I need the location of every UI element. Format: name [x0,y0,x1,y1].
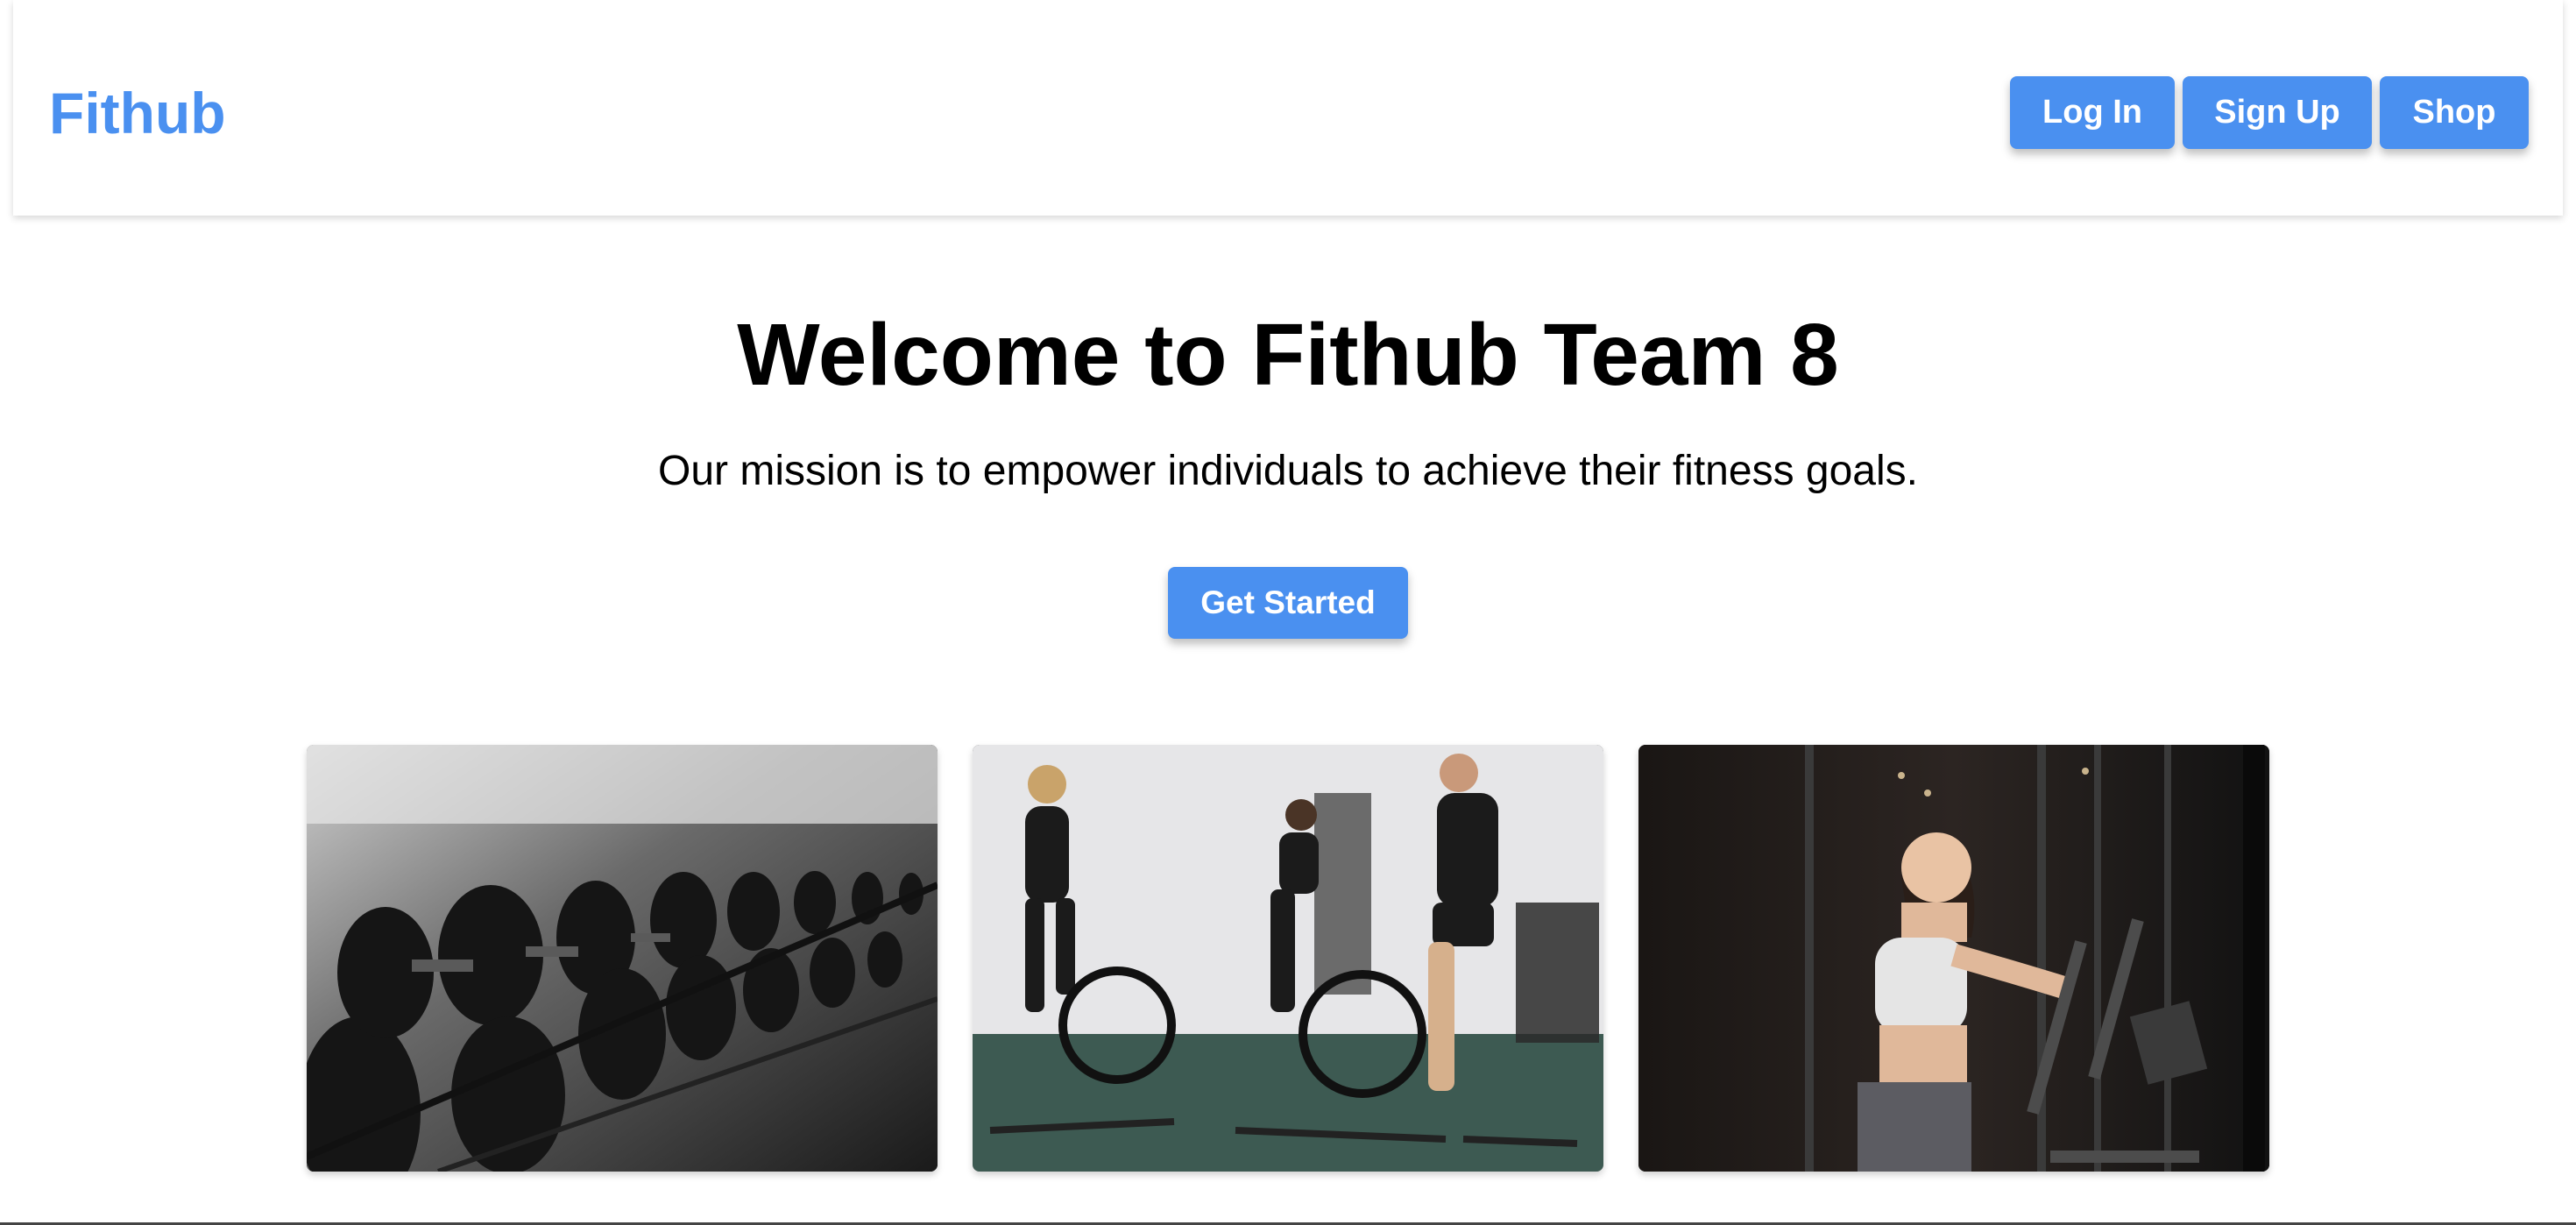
header-nav: Log In Sign Up Shop [2010,76,2529,149]
hero-title: Welcome to Fithub Team 8 [737,306,1839,404]
logo[interactable]: Fithub [49,77,226,149]
gallery-image-air-bikes [973,745,1603,1172]
gallery-image-elliptical [1638,745,2269,1172]
login-button[interactable]: Log In [2010,76,2175,149]
site-header: Fithub Log In Sign Up Shop [13,0,2563,216]
signup-button[interactable]: Sign Up [2183,76,2372,149]
gallery-image-dumbbells [307,745,938,1172]
hero-subtitle: Our mission is to empower individuals to… [658,448,1918,494]
get-started-button[interactable]: Get Started [1168,567,1408,639]
shop-button[interactable]: Shop [2380,76,2529,149]
